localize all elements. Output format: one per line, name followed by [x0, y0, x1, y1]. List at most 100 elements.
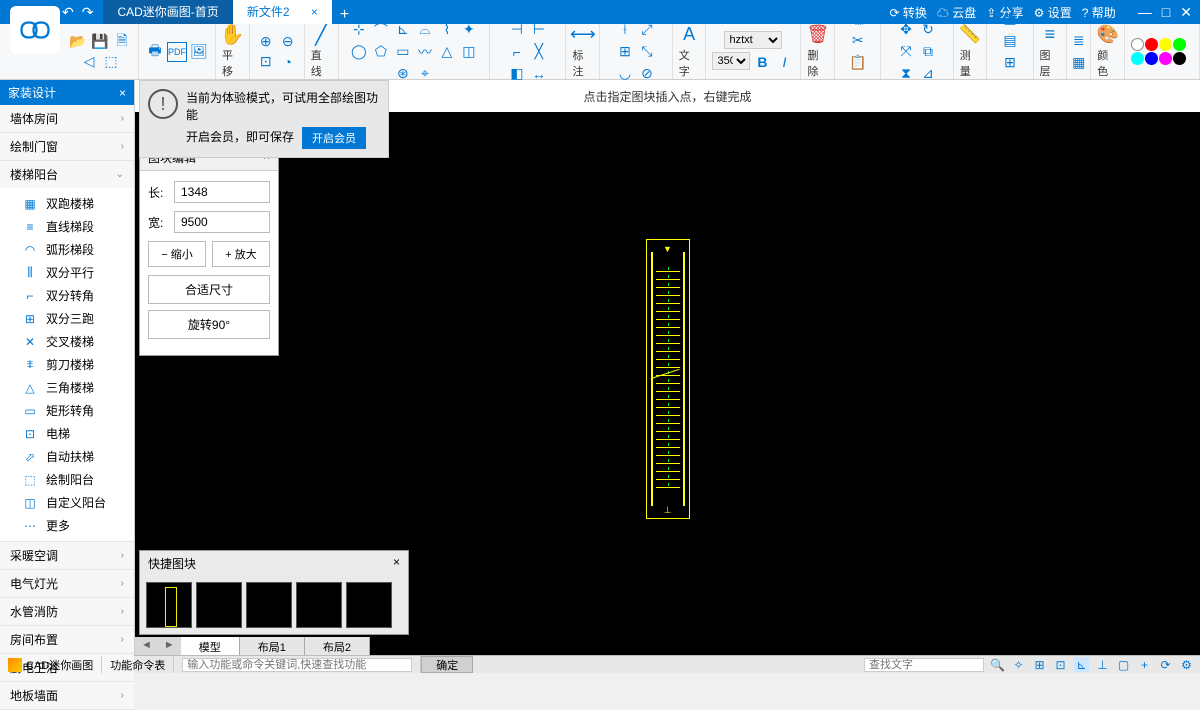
stair-item-straight[interactable]: ≡直线梯段 [0, 215, 134, 238]
transform-icon[interactable]: ⧉ [918, 42, 938, 62]
font-size-select[interactable]: 350 [712, 52, 750, 70]
stair-item-elevator[interactable]: ⊡电梯 [0, 422, 134, 445]
color-swatch[interactable] [1159, 52, 1172, 65]
tab-model[interactable]: 模型 [181, 637, 240, 655]
print-icon[interactable]: 🖶 [145, 42, 165, 62]
perp-icon[interactable]: ⊥ [1095, 657, 1110, 672]
stair-item-parallel[interactable]: ⫼双分平行 [0, 261, 134, 284]
measure-icon[interactable]: 📏 [960, 25, 980, 45]
dim-tool-icon[interactable]: ⤢ [637, 20, 657, 40]
transform-icon[interactable]: ↻ [918, 20, 938, 40]
import-icon[interactable]: ⬚ [101, 52, 121, 72]
measure-tool-icon[interactable]: ▦ [1000, 9, 1020, 29]
layer-tool-icon[interactable]: ≣ [1072, 31, 1086, 51]
minimize-icon[interactable]: — [1138, 4, 1152, 21]
export-icon[interactable]: ◁ [79, 52, 99, 72]
accordion-water[interactable]: 水管消防› [0, 598, 134, 625]
pan-icon[interactable]: ✋ [222, 25, 242, 45]
snap-icon[interactable]: ✧ [1011, 657, 1026, 672]
rotate-button[interactable]: 旋转90° [148, 310, 270, 339]
draw-tool-icon[interactable]: ✦ [459, 20, 479, 40]
quick-thumb[interactable] [196, 582, 242, 628]
measure-tool-icon[interactable]: ▤ [1000, 31, 1020, 51]
tab-home[interactable]: CAD迷你画图-首页 [103, 0, 232, 24]
font-name-select[interactable]: hztxt [724, 31, 782, 49]
accordion-hvac[interactable]: 采暖空调› [0, 542, 134, 569]
quick-thumb[interactable] [246, 582, 292, 628]
color-swatch[interactable] [1145, 38, 1158, 51]
tab-layout2[interactable]: 布局2 [305, 637, 370, 655]
color-swatch[interactable] [1173, 38, 1186, 51]
zoomin-icon[interactable]: ⊕ [256, 32, 276, 52]
quick-thumb[interactable] [296, 582, 342, 628]
tab-add-icon[interactable]: + [340, 6, 349, 24]
zoomwin-icon[interactable]: ⊡ [256, 52, 276, 72]
close-icon[interactable]: ✕ [1180, 4, 1192, 21]
image-icon[interactable]: 🖼 [189, 42, 209, 62]
stair-item-arc[interactable]: ◠弧形梯段 [0, 238, 134, 261]
grid2-icon[interactable]: ⊡ [1053, 657, 1068, 672]
draw-tool-icon[interactable]: ⊹ [349, 20, 369, 40]
stair-item-escalator[interactable]: ⬀自动扶梯 [0, 445, 134, 468]
stair-item-cross[interactable]: ✕交叉楼梯 [0, 330, 134, 353]
line-icon[interactable]: ╱ [311, 25, 331, 45]
draw-tool-icon[interactable]: ◯ [349, 42, 369, 62]
dim-tool-icon[interactable]: ⊞ [615, 42, 635, 62]
layer-tool-icon[interactable]: ▦ [1071, 53, 1086, 73]
paste-icon[interactable]: 📋 [848, 53, 868, 73]
cmd-table-button[interactable]: 功能命令表 [102, 656, 174, 673]
italic-icon[interactable]: I [774, 52, 794, 72]
grid-icon[interactable]: ⊞ [1032, 657, 1047, 672]
quick-panel-close-icon[interactable]: × [393, 555, 400, 572]
screen-icon[interactable]: ▢ [1116, 657, 1131, 672]
redo-icon[interactable]: ↷ [82, 4, 94, 21]
undo-icon[interactable]: ↶ [62, 4, 74, 21]
stair-item-more[interactable]: ⋯更多 [0, 514, 134, 537]
mod-tool-icon[interactable]: ⊣ [507, 20, 527, 40]
settings-button[interactable]: ⚙ 设置 [1034, 4, 1072, 21]
pdf-icon[interactable]: PDF [167, 42, 187, 62]
open-icon[interactable]: 📂 [68, 32, 88, 52]
draw-tool-icon[interactable]: ⌒ [371, 20, 391, 40]
saveas-icon[interactable]: 🗎 [112, 32, 132, 52]
stair-item-scissor[interactable]: ⩨剪刀楼梯 [0, 353, 134, 376]
add-icon[interactable]: + [1137, 657, 1152, 672]
bold-icon[interactable]: B [752, 52, 772, 72]
search-text-input[interactable] [864, 658, 984, 672]
transform-icon[interactable]: ⤧ [896, 42, 916, 62]
color-swatch[interactable] [1131, 52, 1144, 65]
mod-tool-icon[interactable]: ⊢ [529, 20, 549, 40]
quick-thumb[interactable] [146, 582, 192, 628]
copy-icon[interactable]: ⎘ [848, 9, 868, 29]
tab-scroll-right-icon[interactable]: ► [158, 637, 181, 655]
refresh-icon[interactable]: ⟳ [1158, 657, 1173, 672]
tab-close-icon[interactable]: × [311, 5, 318, 19]
tab-scroll-left-icon[interactable]: ◄ [135, 637, 158, 655]
draw-tool-icon[interactable]: ▭ [393, 42, 413, 62]
convert-button[interactable]: ⟳ 转换 [889, 4, 926, 21]
dim-tool-icon[interactable]: ⤡ [637, 42, 657, 62]
fit-button[interactable]: 合适尺寸 [148, 275, 270, 304]
draw-tool-icon[interactable]: ⌇ [437, 20, 457, 40]
zoomfit-icon[interactable]: ◔ [278, 52, 298, 72]
accordion-doors[interactable]: 绘制门窗› [0, 133, 134, 160]
zoom-out-button[interactable]: − 缩小 [148, 241, 206, 267]
command-input[interactable] [182, 658, 412, 672]
measure-tool-icon[interactable]: ⊞ [1000, 53, 1020, 73]
app-logo[interactable] [10, 6, 60, 54]
cut-icon[interactable]: ✂ [848, 31, 868, 51]
accordion-walls[interactable]: 墙体房间› [0, 105, 134, 132]
draw-tool-icon[interactable]: ◫ [459, 42, 479, 62]
tab-file-active[interactable]: 新文件2 × [233, 0, 332, 24]
mod-tool-icon[interactable]: ╳ [529, 42, 549, 62]
stair-item-corner[interactable]: ⌐双分转角 [0, 284, 134, 307]
cloud-button[interactable]: ☁ 云盘 [937, 4, 976, 21]
text-icon[interactable]: A [679, 25, 699, 45]
accordion-floor[interactable]: 地板墙面› [0, 682, 134, 709]
gear-icon[interactable]: ⚙ [1179, 657, 1194, 672]
side-panel-close-icon[interactable]: × [119, 86, 126, 100]
ok-button[interactable]: 确定 [421, 656, 473, 673]
save-icon[interactable]: 💾 [90, 32, 110, 52]
color-icon[interactable]: 🎨 [1098, 25, 1118, 45]
drawing-canvas[interactable]: 点击指定图块插入点，右键完成 ! 当前为体验模式，可试用全部绘图功能 开启会员，… [135, 80, 1200, 655]
